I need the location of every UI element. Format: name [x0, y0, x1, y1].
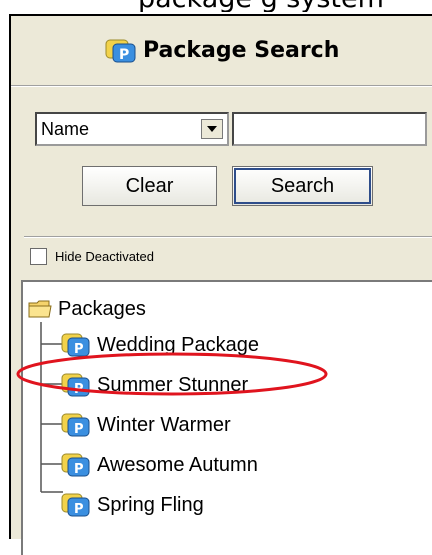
- tree-item-label: Awesome Autumn: [97, 453, 258, 476]
- tree-item-package[interactable]: P Winter Warmer: [61, 411, 231, 439]
- cropped-caption: package g system: [0, 0, 432, 12]
- highlight-ellipse-annotation: [16, 352, 328, 396]
- search-field-select[interactable]: Name: [35, 112, 229, 146]
- divider: [24, 236, 432, 237]
- tree-root-packages[interactable]: Packages: [28, 296, 146, 322]
- svg-text:P: P: [119, 47, 129, 63]
- dropdown-arrow-button[interactable]: [201, 119, 223, 139]
- hide-deactivated-label: Hide Deactivated: [55, 248, 154, 264]
- tree-item-label: Winter Warmer: [97, 413, 231, 436]
- svg-text:P: P: [74, 502, 84, 517]
- folder-icon: [28, 300, 52, 318]
- search-button[interactable]: Search: [232, 166, 373, 206]
- tree-item-package[interactable]: P Spring Fling: [61, 491, 204, 519]
- chevron-down-icon: [207, 126, 217, 132]
- tree-item-label: Spring Fling: [97, 493, 204, 516]
- search-field-value: Name: [41, 119, 90, 139]
- search-input[interactable]: [232, 112, 427, 146]
- hide-deactivated-checkbox[interactable]: [30, 247, 47, 265]
- clear-button[interactable]: Clear: [82, 166, 217, 206]
- svg-text:P: P: [74, 422, 84, 437]
- tree-root-label: Packages: [58, 297, 146, 320]
- package-icon: P: [105, 39, 136, 63]
- svg-text:P: P: [74, 462, 84, 477]
- package-search-panel: P Package Search Name Clear Search Hide …: [9, 14, 432, 555]
- package-icon: P: [61, 413, 90, 437]
- package-icon: P: [61, 493, 90, 517]
- package-tree: Packages P Wedding Package P Summer Stun…: [21, 280, 432, 555]
- panel-header: P Package Search: [11, 16, 432, 86]
- hide-deactivated-row[interactable]: Hide Deactivated: [30, 244, 154, 268]
- page-title: Package Search: [143, 38, 340, 63]
- tree-item-package[interactable]: P Awesome Autumn: [61, 451, 258, 479]
- package-icon: P: [61, 453, 90, 477]
